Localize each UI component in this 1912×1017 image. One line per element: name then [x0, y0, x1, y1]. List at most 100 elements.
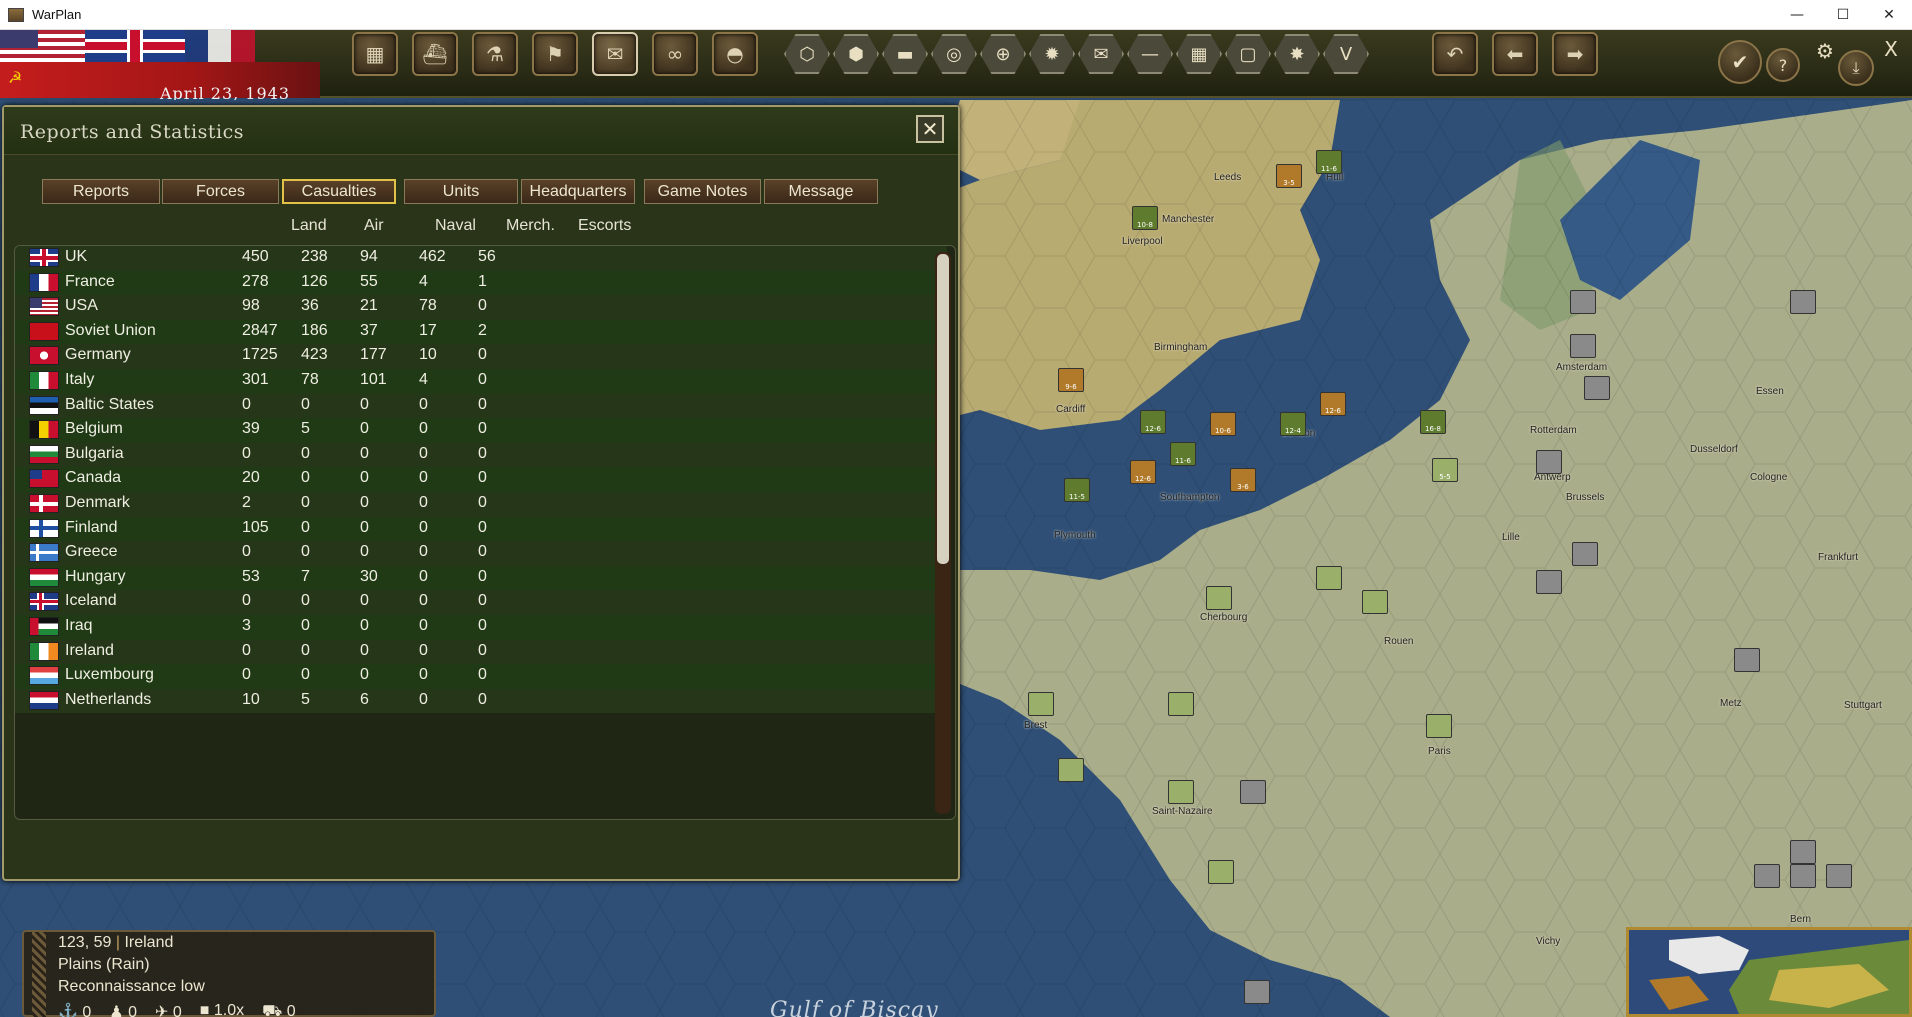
map-unit-counter[interactable]: 12-6	[1140, 410, 1166, 434]
map-unit-counter[interactable]	[1572, 542, 1598, 566]
tab-reports[interactable]: Reports	[42, 179, 160, 204]
city-label: Cologne	[1750, 472, 1788, 483]
map-unit-counter[interactable]: 9-6	[1058, 368, 1084, 392]
exit-game-button[interactable]: X	[1876, 34, 1906, 64]
cell-merch: 0	[419, 543, 428, 561]
cell-merch: 0	[419, 420, 428, 438]
research-button[interactable]: ⚗	[472, 32, 518, 76]
cell-escorts: 0	[478, 592, 487, 610]
tab-message[interactable]: Message	[764, 179, 878, 204]
cell-naval: 177	[360, 346, 387, 364]
close-window-button[interactable]: ✕	[1866, 0, 1912, 30]
map-unit-counter[interactable]: 12-4	[1280, 412, 1306, 436]
tab-casualties[interactable]: Casualties	[282, 179, 396, 204]
weather-overlay-button[interactable]: ✹	[1029, 34, 1075, 74]
map-unit-counter[interactable]	[1426, 714, 1452, 738]
hex-stats: ⚓ 0 ♟ 0 ✈ 0 ■ 1.0x ⛟ 0	[58, 1002, 296, 1017]
map-unit-counter[interactable]	[1362, 590, 1388, 614]
tab-forces[interactable]: Forces	[162, 179, 279, 204]
maximize-button[interactable]: ☐	[1820, 0, 1866, 30]
tab-game-notes[interactable]: Game Notes	[644, 179, 761, 204]
map-unit-counter[interactable]	[1058, 758, 1084, 782]
map-unit-counter[interactable]: 5-5	[1432, 458, 1458, 482]
city-label: Dusseldorf	[1690, 444, 1738, 455]
map-unit-counter[interactable]: 3-5	[1276, 164, 1302, 188]
map-unit-counter[interactable]	[1570, 334, 1596, 358]
map-unit-counter[interactable]: 3-6	[1230, 468, 1256, 492]
recon-button[interactable]: ∞	[652, 32, 698, 76]
naval-button[interactable]: ⛴	[412, 32, 458, 76]
map-unit-counter[interactable]: 12-6	[1130, 460, 1156, 484]
country-name: Iceland	[65, 592, 117, 610]
map-unit-counter[interactable]	[1790, 864, 1816, 888]
map-unit-counter[interactable]	[1168, 692, 1194, 716]
city-label: Manchester	[1162, 214, 1215, 225]
cell-naval: 0	[360, 543, 369, 561]
game-toolbar: ☭ April 23, 1943 ▦ ⛴ ⚗ ⚑ ✉ ∞ ◓ ⬡ ⬢ ▬ ◎ ⊕ ✹ ✉ — ▦ ▢ ✸ V ↶ ⬅…	[0, 30, 1912, 103]
map-unit-counter[interactable]	[1536, 450, 1562, 474]
units-button[interactable]: ◓	[712, 32, 758, 76]
map-unit-counter[interactable]: 10-8	[1132, 206, 1158, 230]
front-overlay-button[interactable]: —	[1127, 34, 1173, 74]
diplomacy-button[interactable]: ⚑	[532, 32, 578, 76]
map-unit-counter[interactable]	[1790, 840, 1816, 864]
cell-merch: 10	[419, 346, 437, 364]
end-turn-button[interactable]: ✔	[1718, 40, 1762, 84]
table-scrollbar[interactable]	[935, 252, 951, 814]
map-unit-counter[interactable]	[1734, 648, 1760, 672]
previous-button[interactable]: ⬅	[1492, 32, 1538, 76]
tab-headquarters[interactable]: Headquarters	[521, 179, 635, 204]
map-unit-counter[interactable]	[1168, 780, 1194, 804]
map-unit-counter[interactable]: 11-5	[1064, 478, 1090, 502]
undo-button[interactable]: ↶	[1432, 32, 1478, 76]
cell-land: 0	[242, 641, 251, 659]
city-label: Vichy	[1536, 936, 1561, 947]
zoc-overlay-button[interactable]: ▢	[1225, 34, 1271, 74]
window-title: WarPlan	[32, 7, 82, 22]
map-unit-counter[interactable]: 16-8	[1420, 410, 1446, 434]
uk-flag-icon	[85, 30, 185, 62]
help-button[interactable]: ?	[1766, 48, 1800, 82]
mail-overlay-button[interactable]: ✉	[1078, 34, 1124, 74]
resources-overlay-button[interactable]: ◎	[931, 34, 977, 74]
map-unit-counter[interactable]	[1570, 290, 1596, 314]
map-unit-counter[interactable]	[1208, 860, 1234, 884]
map-unit-counter[interactable]	[1240, 780, 1266, 804]
map-unit-counter[interactable]: 11-6	[1170, 442, 1196, 466]
cell-naval: 37	[360, 321, 378, 339]
map-unit-counter[interactable]	[1754, 864, 1780, 888]
next-button[interactable]: ➡	[1552, 32, 1598, 76]
country-name: Ireland	[65, 641, 114, 659]
map-unit-counter[interactable]	[1316, 566, 1342, 590]
table-row: UK 450 238 94 462 56	[15, 246, 947, 271]
save-button[interactable]: ⤓	[1838, 50, 1874, 86]
scrollbar-thumb[interactable]	[937, 254, 949, 564]
production-button[interactable]: ▦	[352, 32, 398, 76]
close-panel-button[interactable]: ✕	[916, 115, 944, 143]
minimap[interactable]	[1626, 927, 1912, 1017]
rail-overlay-button[interactable]: ▬	[882, 34, 928, 74]
cell-escorts: 0	[478, 420, 487, 438]
tab-units[interactable]: Units	[404, 179, 518, 204]
map-unit-counter[interactable]: 12-6	[1320, 392, 1346, 416]
map-unit-counter[interactable]	[1028, 692, 1054, 716]
reports-button[interactable]: ✉	[592, 32, 638, 76]
map-unit-counter[interactable]: 11-6	[1316, 150, 1342, 174]
map-unit-counter[interactable]	[1536, 570, 1562, 594]
cell-air: 0	[301, 666, 310, 684]
victory-overlay-button[interactable]: V	[1323, 34, 1369, 74]
map-unit-counter[interactable]	[1206, 586, 1232, 610]
cell-naval: 0	[360, 617, 369, 634]
minimize-button[interactable]: —	[1774, 0, 1820, 30]
combat-overlay-button[interactable]: ✸	[1274, 34, 1320, 74]
map-unit-counter[interactable]: 10-6	[1210, 412, 1236, 436]
settings-button[interactable]: ⚙	[1810, 36, 1840, 66]
target-overlay-button[interactable]: ⊕	[980, 34, 1026, 74]
map-unit-counter[interactable]	[1790, 290, 1816, 314]
map-unit-counter[interactable]	[1244, 980, 1270, 1004]
hex-overlay-button[interactable]: ⬡	[784, 34, 830, 74]
map-unit-counter[interactable]	[1584, 376, 1610, 400]
supply-overlay-button[interactable]: ⬢	[833, 34, 879, 74]
grid-overlay-button[interactable]: ▦	[1176, 34, 1222, 74]
map-unit-counter[interactable]	[1826, 864, 1852, 888]
